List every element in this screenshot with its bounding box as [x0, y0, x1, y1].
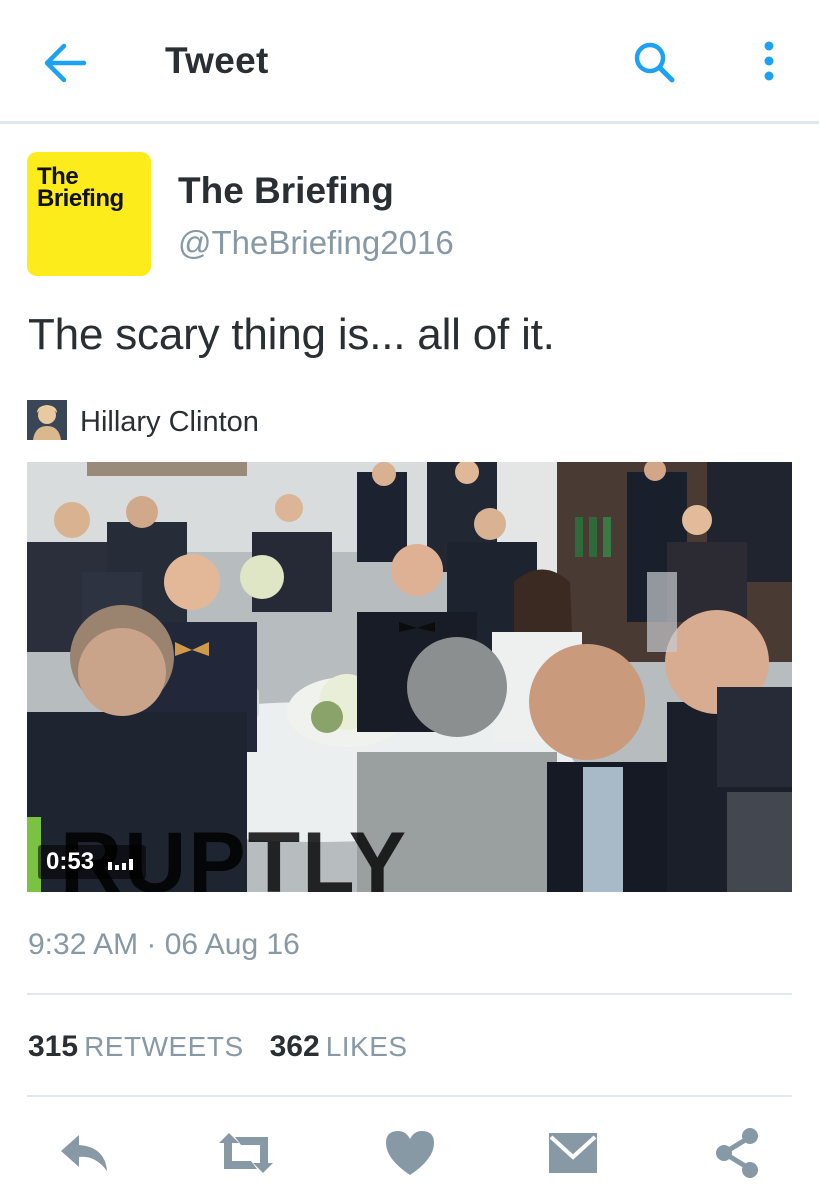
tweet-timestamp: 9:32 AM · 06 Aug 16 — [28, 928, 300, 961]
arrow-left-icon — [44, 43, 87, 83]
back-button[interactable] — [40, 40, 90, 86]
likes-stat[interactable]: 362 LIKES — [270, 1030, 408, 1064]
likes-label: LIKES — [325, 1031, 408, 1062]
envelope-icon — [549, 1133, 597, 1173]
retweets-stat[interactable]: 315 RETWEETS — [28, 1030, 244, 1064]
direct-message-button[interactable] — [545, 1125, 605, 1181]
tweet-actions-bar — [0, 1125, 819, 1185]
like-button[interactable] — [380, 1125, 440, 1181]
share-icon — [716, 1128, 758, 1178]
retweets-label: RETWEETS — [84, 1031, 244, 1062]
divider — [27, 993, 792, 995]
heart-icon — [386, 1131, 434, 1175]
search-button[interactable] — [630, 38, 680, 88]
tweet-detail-screen: Tweet The Briefing The Briefing @TheBrie… — [0, 0, 819, 1200]
reply-icon — [61, 1135, 107, 1171]
reply-button[interactable] — [55, 1125, 115, 1181]
avatar-logo-text: The Briefing — [37, 163, 124, 212]
page-title: Tweet — [165, 40, 269, 81]
engagement-stats: 315 RETWEETS 362 LIKES — [28, 1030, 408, 1064]
search-icon — [634, 42, 675, 83]
more-vertical-icon — [764, 41, 774, 81]
author-handle[interactable]: @TheBriefing2016 — [178, 224, 454, 262]
audio-level-icon — [108, 859, 134, 870]
video-player[interactable]: RUPTLY 0:53 — [27, 462, 792, 892]
card-source-avatar[interactable] — [27, 400, 67, 440]
top-bar: Tweet — [0, 0, 819, 124]
video-duration: 0:53 — [46, 848, 95, 875]
card-source-name[interactable]: Hillary Clinton — [80, 406, 259, 439]
divider — [27, 1095, 792, 1097]
person-avatar-icon — [27, 400, 67, 440]
more-options-button[interactable] — [752, 38, 786, 88]
retweet-icon — [219, 1133, 273, 1173]
share-button[interactable] — [710, 1125, 770, 1181]
retweets-count: 315 — [28, 1030, 79, 1063]
video-duration-badge: 0:53 — [38, 845, 147, 879]
author-avatar[interactable]: The Briefing — [27, 152, 151, 276]
retweet-button[interactable] — [215, 1125, 275, 1181]
likes-count: 362 — [269, 1030, 320, 1063]
author-name[interactable]: The Briefing — [178, 170, 394, 212]
tweet-text: The scary thing is... all of it. — [28, 310, 555, 359]
